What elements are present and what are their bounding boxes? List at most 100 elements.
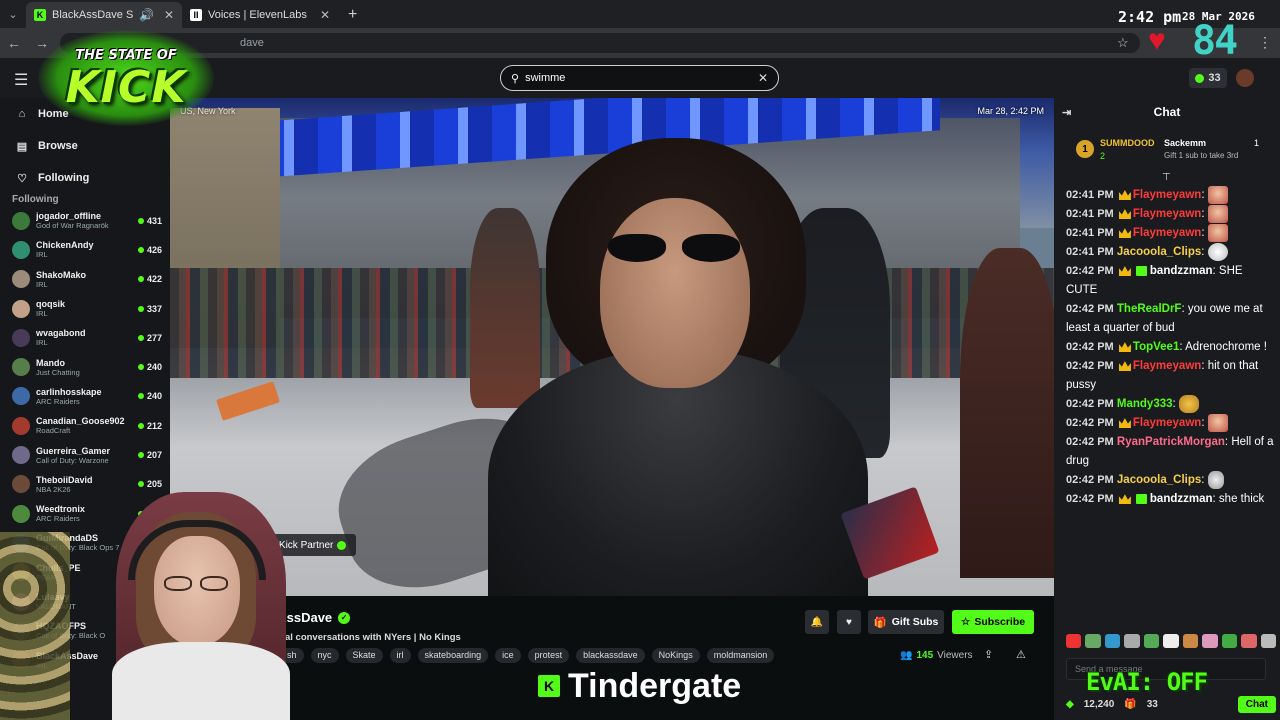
stream-tag[interactable]: skateboarding (417, 648, 489, 663)
runnerup-name[interactable]: Sackemm (1164, 138, 1206, 148)
bookmark-star-icon[interactable]: ☆ (1117, 35, 1129, 51)
clear-search-icon[interactable]: ✕ (758, 71, 768, 85)
tab-search-icon[interactable]: ⌄ (0, 0, 26, 28)
message-colon: : (1172, 398, 1179, 411)
webcam-overlay (0, 492, 378, 720)
pinned-toggle-icon[interactable]: ⊤ (1162, 172, 1171, 183)
leader-name[interactable]: SUMMDOOD (1100, 138, 1155, 148)
message-username[interactable]: bandzzman (1150, 265, 1213, 277)
browser-menu-icon[interactable]: ⋮ (1258, 34, 1272, 51)
gift-subs-label: Gift Subs (891, 616, 939, 628)
stream-tag[interactable]: moldmansion (706, 648, 775, 663)
stream-tag[interactable]: protest (527, 648, 570, 663)
crown-badge-icon (1118, 190, 1131, 200)
emote-icon[interactable] (1241, 634, 1257, 648)
channel-name: wvagabond (36, 328, 86, 339)
stream-tag[interactable]: irl (389, 648, 411, 663)
share-icon[interactable]: ⇪ (984, 648, 993, 661)
sidebar-item-following[interactable]: ♡ Following (0, 162, 170, 194)
viewer-count: 277 (146, 332, 162, 343)
message-username[interactable]: Mandy333 (1117, 398, 1173, 410)
live-dot-icon (137, 393, 144, 400)
channel-category: IRL (36, 279, 48, 289)
message-username[interactable]: Flaymeyawn (1133, 360, 1201, 372)
stream-tag[interactable]: ice (495, 648, 521, 663)
viewer-count: 240 (146, 391, 162, 402)
close-tab-icon[interactable]: ✕ (164, 8, 174, 22)
following-channel[interactable]: Canadian_Goose902 RoadCraft 212 (0, 411, 170, 440)
channel-avatar (12, 299, 30, 318)
following-channel[interactable]: Mando Just Chatting 240 (0, 352, 170, 381)
following-channel[interactable]: ShakoMako IRL 422 (0, 265, 170, 294)
message-username[interactable]: bandzzman (1150, 493, 1213, 505)
kick-points-button[interactable]: 33 (1189, 68, 1227, 88)
emote-icon[interactable] (1182, 634, 1199, 648)
emote-icon[interactable] (1143, 634, 1160, 648)
subscriber-badge-icon (1135, 494, 1147, 505)
message-username[interactable]: Flaymeyawn (1133, 208, 1201, 220)
emote-icon[interactable] (1085, 634, 1101, 648)
following-channel[interactable]: wvagabond IRL 277 (0, 323, 170, 352)
chat-send-button[interactable]: Chat (1237, 695, 1276, 713)
emote-icon[interactable] (1163, 634, 1179, 648)
nav-label: Following (38, 172, 90, 184)
follow-heart-button[interactable]: ♥ (837, 610, 861, 634)
collapse-chat-icon[interactable]: ⇥ (1062, 106, 1071, 119)
audio-icon[interactable]: 🔊 (139, 8, 154, 22)
message-username[interactable]: Flaymeyawn (1133, 227, 1201, 239)
message-colon: : (1201, 208, 1208, 221)
emote-icon[interactable] (1066, 634, 1082, 648)
user-avatar[interactable] (1236, 69, 1254, 87)
stream-tag[interactable]: blackassdave (576, 648, 645, 663)
message-time: 02:42 PM (1066, 360, 1114, 373)
stream-tag[interactable]: NoKings (651, 648, 700, 663)
tab-elevenlabs[interactable]: II Voices | ElevenLabs ✕ (182, 2, 338, 28)
channel-viewers: 337 (137, 304, 162, 314)
search-input[interactable]: ⚲ swimme ✕ (500, 65, 779, 91)
emote-icon[interactable] (1202, 634, 1218, 648)
emote-icon[interactable] (1104, 634, 1121, 648)
notification-bell-button[interactable]: 🔔 (805, 610, 829, 634)
new-tab-button[interactable]: + (338, 2, 367, 28)
live-dot-icon (137, 305, 144, 312)
message-time: 02:42 PM (1066, 341, 1114, 354)
message-username[interactable]: Flaymeyawn (1133, 417, 1201, 429)
message-username[interactable]: TheRealDrF (1117, 303, 1182, 315)
message-username[interactable]: RyanPatrickMorgan (1117, 436, 1225, 448)
subscribe-button[interactable]: ☆ Subscribe (952, 610, 1034, 634)
users-icon: 👥 (900, 650, 913, 661)
chat-message: 02:41 PM Flaymeyawn: (1066, 186, 1274, 205)
gift-subs-button[interactable]: 🎁 Gift Subs (868, 610, 944, 634)
message-colon: : (1201, 474, 1208, 487)
channel-name: qoqsik (36, 299, 66, 310)
browser-tab-bar: ⌄ K BlackAssDave Stream - Wat 🔊 ✕ II Voi… (0, 0, 1280, 28)
gift-icon: 🎁 (873, 616, 887, 629)
message-time: 02:42 PM (1066, 436, 1114, 449)
emote-icon[interactable] (1221, 634, 1238, 648)
menu-icon[interactable]: ☰ (14, 70, 28, 90)
live-dot-icon (137, 246, 144, 253)
emote-icon[interactable] (1124, 634, 1140, 648)
following-channel[interactable]: Guerreira_Gamer Call of Duty: Warzone 207 (0, 440, 170, 469)
message-username[interactable]: Jacooola_Clips (1117, 474, 1201, 486)
url-field[interactable]: dave (60, 33, 1140, 53)
report-icon[interactable]: ⚠ (1016, 648, 1026, 661)
close-tab-icon[interactable]: ✕ (320, 8, 330, 22)
following-channel[interactable]: ChickenAndy IRL 426 (0, 235, 170, 264)
following-channel[interactable]: jogador_offline God of War Ragnarök 431 (0, 206, 170, 235)
message-username[interactable]: TopVee1 (1133, 341, 1179, 353)
back-icon[interactable]: ← (0, 35, 28, 51)
emote-icon[interactable] (1260, 634, 1276, 648)
live-dot-icon (137, 276, 144, 283)
message-username[interactable]: Flaymeyawn (1133, 189, 1201, 201)
following-channel[interactable]: qoqsik IRL 337 (0, 294, 170, 323)
crown-badge-icon (1118, 494, 1131, 505)
sidebar-item-browse[interactable]: ▤ Browse (0, 130, 170, 162)
video-timestamp: Mar 28, 2:42 PM (977, 106, 1044, 116)
search-value: swimme (525, 72, 566, 84)
chat-message: 02:42 PM Mandy333: (1066, 395, 1274, 414)
following-channel[interactable]: carlinhosskape ARC Raiders 240 (0, 382, 170, 411)
message-username[interactable]: Jacooola_Clips (1117, 246, 1201, 258)
channel-avatar (12, 446, 30, 465)
tab-blackassdave[interactable]: K BlackAssDave Stream - Wat 🔊 ✕ (26, 2, 182, 28)
